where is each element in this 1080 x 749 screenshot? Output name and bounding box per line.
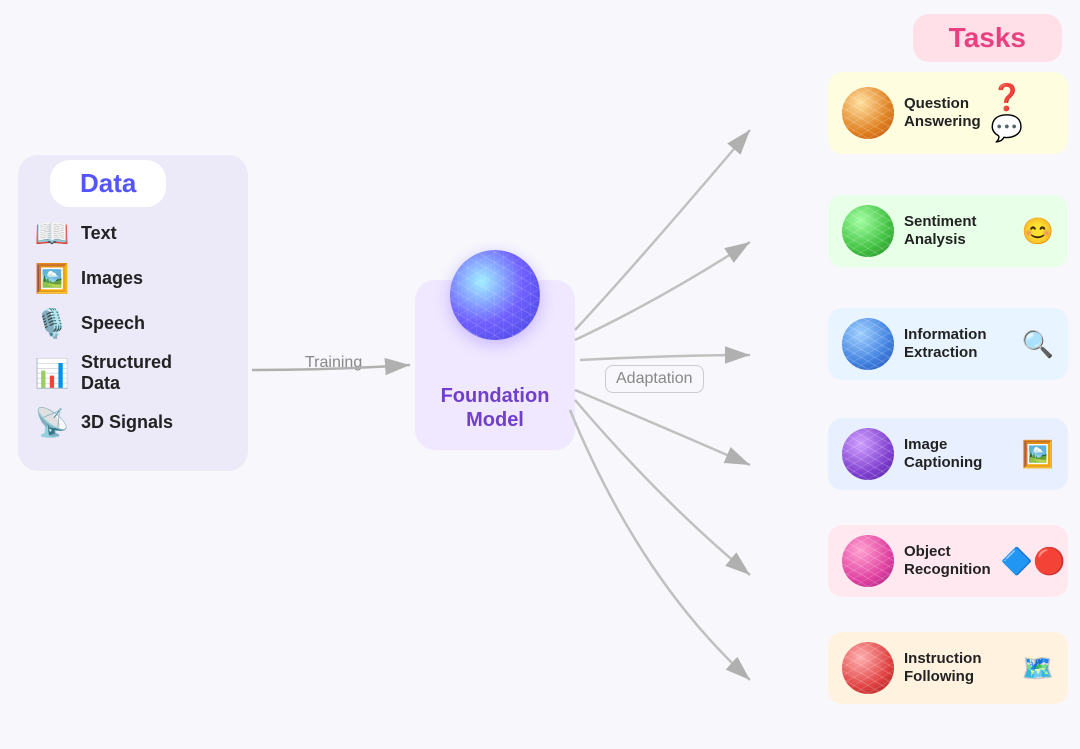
task-text-sa: SentimentAnalysis xyxy=(904,213,1012,249)
data-label-images: Images xyxy=(81,268,143,289)
task-name-if: InstructionFollowing xyxy=(904,650,1012,686)
data-label-signals: 3D Signals xyxy=(81,412,173,433)
structured-icon: 📊 xyxy=(33,357,71,390)
tasks-title-box: Tasks xyxy=(913,14,1062,62)
task-sphere-if xyxy=(842,642,894,694)
task-name-ic: ImageCaptioning xyxy=(904,436,1012,472)
data-label-text: Text xyxy=(81,223,117,244)
data-title: Data xyxy=(80,168,136,198)
foundation-sphere xyxy=(450,250,540,340)
task-sphere-sa xyxy=(842,205,894,257)
task-name-qa: QuestionAnswering xyxy=(904,95,981,131)
task-card-qa: QuestionAnswering ❓💬 xyxy=(828,72,1068,154)
images-icon: 🖼️ xyxy=(33,262,71,295)
data-item-text: 📖 Text xyxy=(33,217,233,250)
task-name-or: ObjectRecognition xyxy=(904,543,991,579)
task-text-qa: QuestionAnswering xyxy=(904,95,981,131)
task-sphere-ic xyxy=(842,428,894,480)
training-label: Training xyxy=(295,350,372,376)
foundation-model-box: FoundationModel xyxy=(415,280,575,450)
adaptation-label: Adaptation xyxy=(605,365,704,393)
task-icon-sa: 😊 xyxy=(1022,216,1054,247)
data-title-box: Data xyxy=(50,160,166,207)
task-icon-or: 🔷🔴 xyxy=(1001,546,1066,577)
data-label-structured: StructuredData xyxy=(81,352,172,394)
task-card-ic: ImageCaptioning 🖼️ xyxy=(828,418,1068,490)
task-icon-ie: 🔍 xyxy=(1022,329,1054,360)
task-name-ie: InformationExtraction xyxy=(904,326,1012,362)
task-text-ie: InformationExtraction xyxy=(904,326,1012,362)
signals-icon: 📡 xyxy=(33,406,71,439)
text-icon: 📖 xyxy=(33,217,71,250)
data-item-speech: 🎙️ Speech xyxy=(33,307,233,340)
task-card-sa: SentimentAnalysis 😊 xyxy=(828,195,1068,267)
task-sphere-ie xyxy=(842,318,894,370)
task-name-sa: SentimentAnalysis xyxy=(904,213,1012,249)
task-icon-if: 🗺️ xyxy=(1022,653,1054,684)
tasks-title: Tasks xyxy=(949,22,1026,53)
task-sphere-or xyxy=(842,535,894,587)
data-item-signals: 📡 3D Signals xyxy=(33,406,233,439)
speech-icon: 🎙️ xyxy=(33,307,71,340)
task-icon-qa: ❓💬 xyxy=(991,82,1054,144)
task-text-ic: ImageCaptioning xyxy=(904,436,1012,472)
task-card-ie: InformationExtraction 🔍 xyxy=(828,308,1068,380)
task-card-or: ObjectRecognition 🔷🔴 xyxy=(828,525,1068,597)
task-text-if: InstructionFollowing xyxy=(904,650,1012,686)
foundation-model-label: FoundationModel xyxy=(441,384,550,432)
task-sphere-qa xyxy=(842,87,894,139)
data-label-speech: Speech xyxy=(81,313,145,334)
data-item-structured: 📊 StructuredData xyxy=(33,352,233,394)
task-card-if: InstructionFollowing 🗺️ xyxy=(828,632,1068,704)
task-icon-ic: 🖼️ xyxy=(1022,439,1054,470)
data-item-images: 🖼️ Images xyxy=(33,262,233,295)
task-text-or: ObjectRecognition xyxy=(904,543,991,579)
